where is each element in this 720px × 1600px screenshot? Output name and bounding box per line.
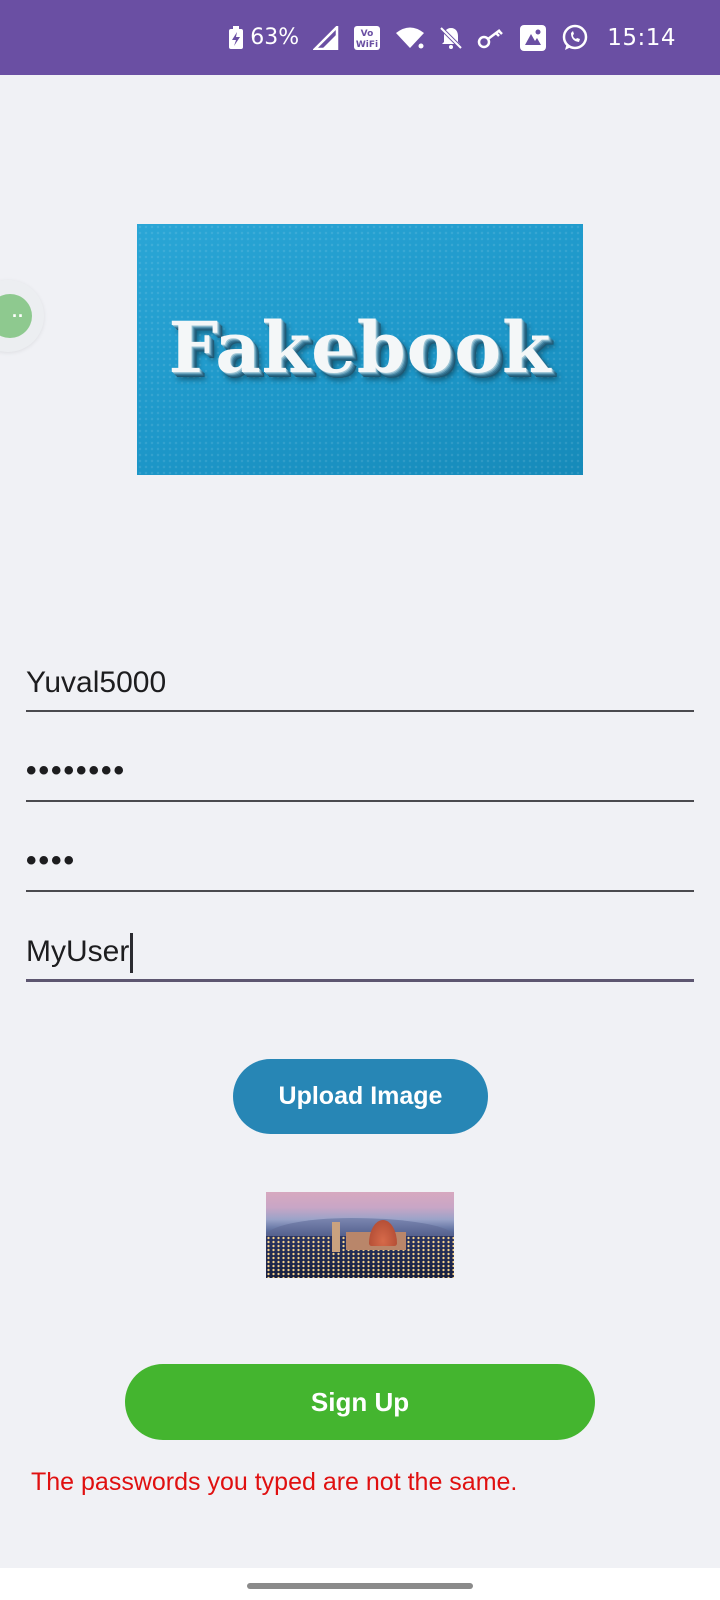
username-value: Yuval5000 <box>26 666 167 699</box>
home-indicator[interactable] <box>247 1583 473 1589</box>
uploaded-image-preview <box>266 1192 454 1278</box>
wifi-icon <box>395 26 425 50</box>
display-name-field[interactable]: MyUser <box>26 926 694 982</box>
text-cursor <box>130 933 134 973</box>
bubble-icon: ·· <box>0 294 32 338</box>
app-logo: Fakebook <box>137 224 583 475</box>
whatsapp-icon <box>561 24 589 52</box>
sign-up-button[interactable]: Sign Up <box>125 1364 595 1440</box>
battery-charging-icon <box>228 25 244 50</box>
password-field[interactable]: •••••••• <box>26 746 694 802</box>
floating-chat-bubble[interactable]: ·· <box>0 280 44 352</box>
status-icons: 63% Vo WiFi 15:14 <box>228 0 676 75</box>
key-icon <box>477 27 505 49</box>
password-value: •••••••• <box>26 754 127 787</box>
logo-text: Fakebook <box>168 306 552 389</box>
gallery-icon <box>519 24 547 52</box>
status-bar: 63% Vo WiFi 15:14 <box>0 0 720 75</box>
svg-text:WiFi: WiFi <box>356 40 378 50</box>
svg-text:Vo: Vo <box>361 29 374 39</box>
signal-icon <box>313 25 339 50</box>
username-field[interactable]: Yuval5000 <box>26 656 694 712</box>
password-mismatch-error: The passwords you typed are not the same… <box>31 1468 518 1496</box>
upload-image-button[interactable]: Upload Image <box>233 1059 488 1134</box>
display-name-value: MyUser <box>26 935 130 968</box>
vowifi-icon: Vo WiFi <box>353 25 381 51</box>
clock: 15:14 <box>607 24 676 51</box>
battery-percentage: 63% <box>250 25 300 50</box>
confirm-password-value: •••• <box>26 844 77 877</box>
notifications-off-icon <box>439 26 463 50</box>
confirm-password-field[interactable]: •••• <box>26 836 694 892</box>
